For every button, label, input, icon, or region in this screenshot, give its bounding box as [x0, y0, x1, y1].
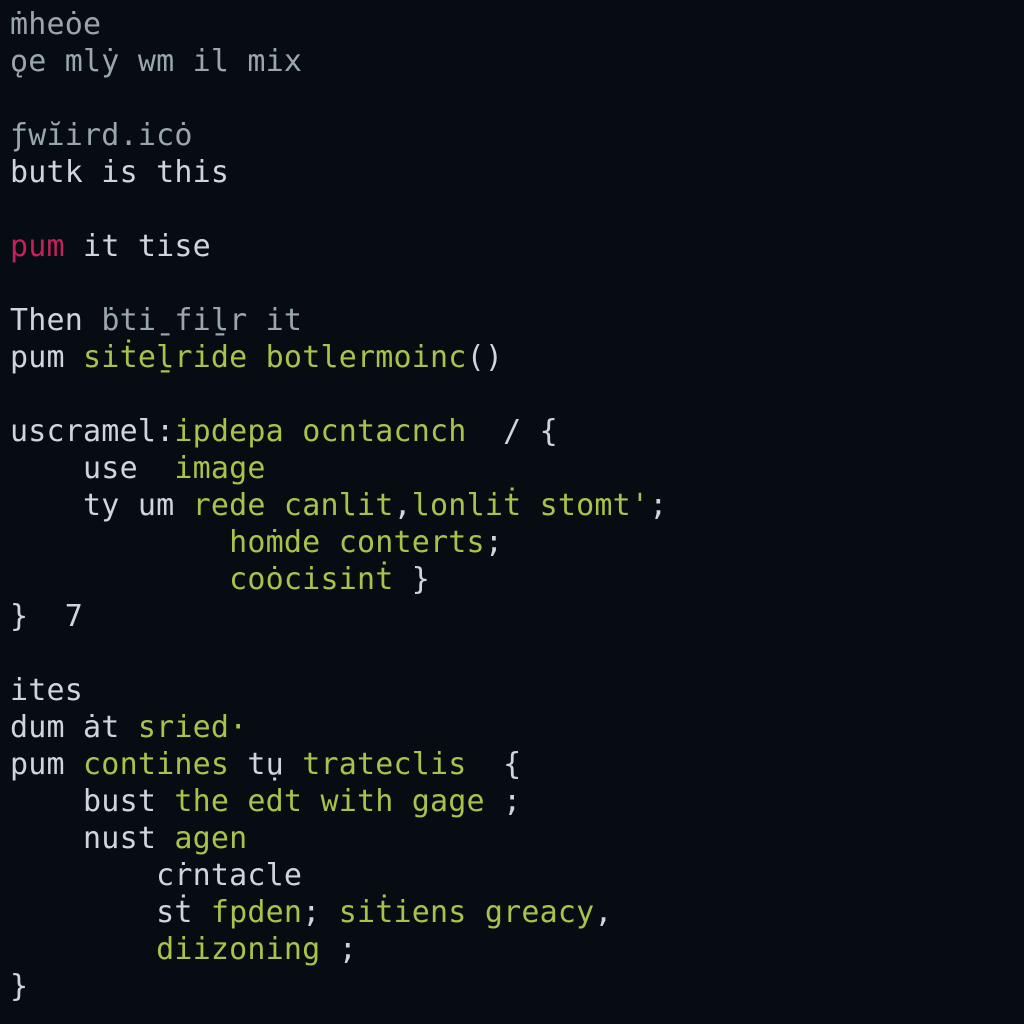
token-plain: pum	[10, 340, 83, 375]
indent	[10, 562, 229, 597]
token-punc: ;	[485, 525, 503, 560]
code-line[interactable]: Then ḃtiˍfiḻr it	[10, 302, 1014, 339]
token-fn: rede canlit	[193, 488, 394, 523]
token-plain: bust	[83, 784, 174, 819]
code-line[interactable]: bust the edt with gage ;	[10, 783, 1014, 820]
indent	[10, 858, 156, 893]
token-plain: uscramel:	[10, 414, 174, 449]
token-kw: pum	[10, 229, 65, 264]
code-line[interactable]: ƒwĭird.icȯ	[10, 117, 1014, 154]
code-line[interactable]: cṙntacle	[10, 857, 1014, 894]
token-punc: ;	[320, 932, 357, 967]
token-fn: hoṁde conterts	[229, 525, 485, 560]
code-line[interactable]: diizoning ;	[10, 931, 1014, 968]
token-dim: ḃtiˍfiḻr it	[101, 303, 302, 338]
code-line[interactable]: dum ȧt sried·	[10, 709, 1014, 746]
code-line[interactable]: pum siṫeḻride botlermoinc()	[10, 339, 1014, 376]
token-plain: use	[83, 451, 174, 486]
token-plain: Then	[10, 303, 101, 338]
token-fn: trateclis	[302, 747, 466, 782]
token-fn: lonliṫ stomt'	[412, 488, 649, 523]
code-line[interactable]: } 7	[10, 598, 1014, 635]
token-fn: agen	[174, 821, 247, 856]
indent	[10, 932, 156, 967]
token-punc: }	[394, 562, 431, 597]
indent	[10, 784, 83, 819]
token-dim: ǫe mlẏ wm il mix	[10, 44, 302, 79]
token-punc: ,	[594, 895, 612, 930]
token-fn: image	[174, 451, 265, 486]
code-line[interactable]: pum it tise	[10, 228, 1014, 265]
token-fn: the edt with gage	[174, 784, 484, 819]
token-punc: ,	[394, 488, 412, 523]
token-plain: dum ȧt	[10, 710, 138, 745]
token-plain: ty um	[83, 488, 193, 523]
code-line[interactable]: ǫe mlẏ wm il mix	[10, 43, 1014, 80]
indent	[10, 895, 156, 930]
token-fn: coȯcisinṫ	[229, 562, 393, 597]
token-punc: }	[10, 969, 28, 1004]
indent	[10, 525, 229, 560]
token-fn: diizoning	[156, 932, 320, 967]
token-fn: botlermoinc	[266, 340, 467, 375]
code-line[interactable]: }	[10, 968, 1014, 1005]
indent	[10, 821, 83, 856]
code-line[interactable]: ṁheȯe	[10, 6, 1014, 43]
code-line[interactable]: coȯcisinṫ }	[10, 561, 1014, 598]
token-dim: ƒwĭird.icȯ	[10, 118, 193, 153]
code-line[interactable]: ites	[10, 672, 1014, 709]
code-line[interactable]	[10, 376, 1014, 413]
token-plain: it tise	[65, 229, 211, 264]
token-plain: nust	[83, 821, 174, 856]
token-punc: ;	[649, 488, 667, 523]
code-line[interactable]: uscramel:ipdepa ocntacnch / {	[10, 413, 1014, 450]
token-fn: siṫiens greacy	[339, 895, 595, 930]
token-dim: ṁheȯe	[10, 7, 101, 42]
code-line[interactable]: use image	[10, 450, 1014, 487]
token-fn: siṫeḻride	[83, 340, 247, 375]
token-punc: } 7	[10, 599, 83, 634]
token-fn: ipdepa ocntacnch	[174, 414, 466, 449]
code-line[interactable]	[10, 191, 1014, 228]
token-punc: {	[467, 747, 522, 782]
code-editor[interactable]: ṁheȯeǫe mlẏ wm il mix ƒwĭird.icȯbutk is …	[0, 0, 1024, 1011]
code-line[interactable]: ty um rede canlit,lonliṫ stomt';	[10, 487, 1014, 524]
code-line[interactable]: butk is this	[10, 154, 1014, 191]
indent	[10, 451, 83, 486]
code-line[interactable]: pum contines tụ trateclis {	[10, 746, 1014, 783]
token-punc: / {	[467, 414, 558, 449]
code-line[interactable]: hoṁde conterts;	[10, 524, 1014, 561]
code-line[interactable]: sṫ fpden; siṫiens greacy,	[10, 894, 1014, 931]
token-plain	[247, 340, 265, 375]
code-line[interactable]	[10, 265, 1014, 302]
token-plain: ites	[10, 673, 83, 708]
token-fn: contines	[83, 747, 229, 782]
token-fn: fpden	[211, 895, 302, 930]
token-punc: ;	[302, 895, 339, 930]
token-plain: tụ	[229, 747, 302, 782]
code-line[interactable]	[10, 80, 1014, 117]
code-line[interactable]	[10, 635, 1014, 672]
token-punc: ;	[485, 784, 522, 819]
token-plain: butk is this	[10, 155, 229, 190]
token-punc: ()	[467, 340, 504, 375]
token-fn: sried·	[138, 710, 248, 745]
indent	[10, 488, 83, 523]
token-plain: cṙntacle	[156, 858, 302, 893]
token-plain: sṫ	[156, 895, 211, 930]
code-line[interactable]: nust agen	[10, 820, 1014, 857]
token-plain: pum	[10, 747, 83, 782]
